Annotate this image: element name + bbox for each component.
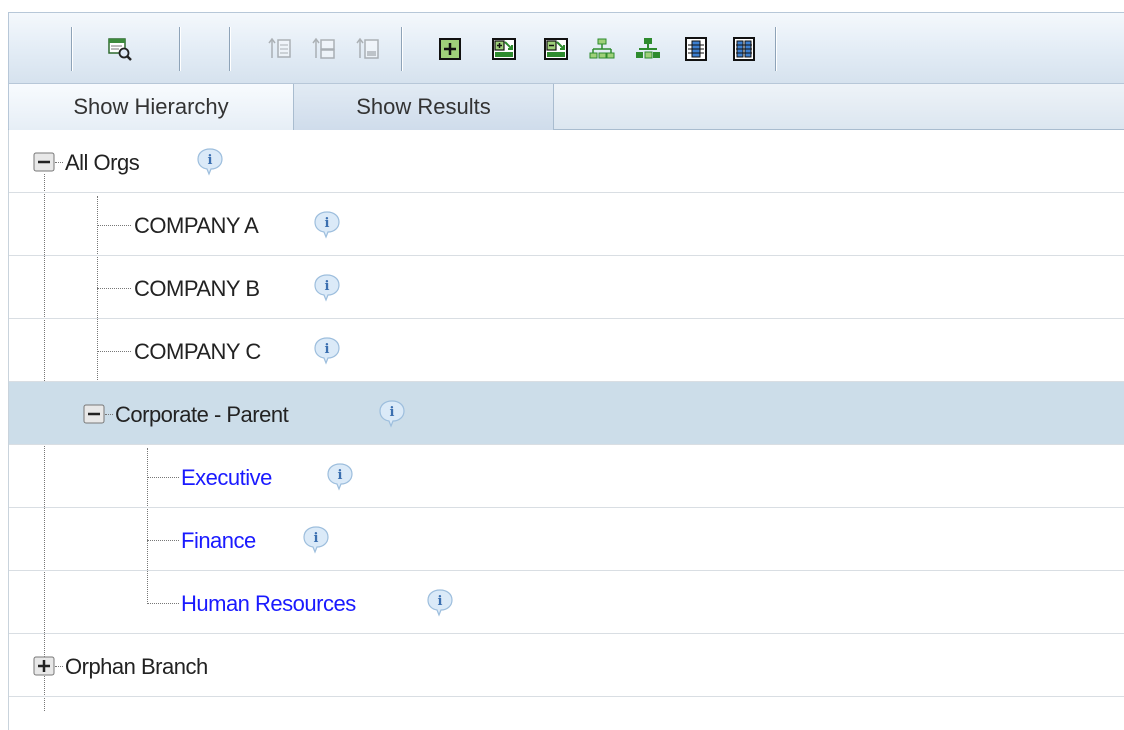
info-icon[interactable]: i [312, 209, 342, 239]
tree-row-department: Executive i [9, 445, 1124, 508]
minus-icon [33, 152, 55, 172]
find-in-list-button[interactable] [107, 36, 133, 62]
toolbar-separator [775, 27, 777, 71]
tree-node-label[interactable]: All Orgs [65, 150, 140, 176]
svg-text:i: i [325, 279, 330, 294]
expand-all-button[interactable] [491, 36, 517, 62]
svg-text:i: i [390, 405, 395, 420]
single-column-icon [685, 37, 707, 61]
info-icon[interactable]: i [377, 398, 407, 428]
svg-text:i: i [325, 342, 330, 357]
toolbar-separator [401, 27, 403, 71]
svg-text:i: i [208, 153, 213, 168]
expand-toggle[interactable] [33, 656, 55, 676]
tree-node-label[interactable]: COMPANY A [134, 213, 259, 239]
svg-text:i: i [438, 594, 443, 609]
tree-node-label[interactable]: Orphan Branch [65, 654, 208, 680]
find-in-list-icon [108, 38, 132, 61]
multi-column-button[interactable] [731, 36, 757, 62]
svg-text:i: i [314, 531, 319, 546]
tree-row-company: COMPANY A i [9, 193, 1124, 256]
show-tree-icon [589, 38, 615, 59]
tree-node-label[interactable]: COMPANY C [134, 339, 261, 365]
tree-row-corporate-parent: Corporate - Parent i [9, 382, 1124, 445]
expand-button[interactable] [437, 36, 463, 62]
tree-node-label[interactable]: Human Resources [181, 591, 356, 617]
show-tree-button[interactable] [589, 36, 615, 62]
tree-node-label[interactable]: COMPANY B [134, 276, 260, 302]
info-icon[interactable]: i [312, 335, 342, 365]
svg-text:i: i [325, 216, 330, 231]
move-to-bottom-button[interactable] [355, 36, 381, 62]
move-to-bottom-icon [356, 37, 379, 59]
collapse-all-button[interactable] [543, 36, 569, 62]
svg-text:i: i [338, 468, 343, 483]
tree-node-label[interactable]: Executive [181, 465, 272, 491]
collapse-all-icon [544, 38, 568, 60]
show-tree-green-icon [636, 38, 660, 59]
move-up-button[interactable] [311, 36, 337, 62]
toolbar [8, 12, 1124, 84]
expand-all-icon [492, 38, 516, 60]
toolbar-separator [229, 27, 231, 71]
tree-row-company: COMPANY C i [9, 319, 1124, 382]
info-icon[interactable]: i [301, 524, 331, 554]
tree-row-department: Human Resources i [9, 571, 1124, 634]
info-icon[interactable]: i [195, 146, 225, 176]
info-icon[interactable]: i [425, 587, 455, 617]
tree-node-label[interactable]: Finance [181, 528, 256, 554]
view-tabs: Show Hierarchy Show Results [8, 84, 1124, 130]
info-icon[interactable]: i [312, 272, 342, 302]
tree-node-label[interactable]: Corporate - Parent [115, 402, 289, 428]
single-column-button[interactable] [683, 36, 709, 62]
collapse-toggle[interactable] [33, 152, 55, 172]
info-icon[interactable]: i [325, 461, 355, 491]
tree-row-company: COMPANY B i [9, 256, 1124, 319]
minus-icon [83, 404, 105, 424]
move-to-top-button[interactable] [267, 36, 293, 62]
tree-row-all-orgs: All Orgs i [9, 130, 1124, 193]
tab-show-results[interactable]: Show Results [294, 84, 554, 130]
tab-show-hierarchy[interactable]: Show Hierarchy [9, 84, 294, 130]
org-tree: All Orgs i COMPANY A i COMPANY B i COMPA… [8, 130, 1124, 730]
toolbar-separator [179, 27, 181, 71]
collapse-toggle[interactable] [83, 404, 105, 424]
tree-row-orphan-branch: Orphan Branch [9, 634, 1124, 697]
move-to-top-icon [268, 37, 291, 58]
move-up-icon [312, 37, 335, 59]
toolbar-separator [71, 27, 73, 71]
tree-row-department: Finance i [9, 508, 1124, 571]
show-tree-green-button[interactable] [635, 36, 661, 62]
plus-icon [33, 656, 55, 676]
expand-icon [439, 38, 461, 60]
multi-column-icon [733, 37, 755, 61]
